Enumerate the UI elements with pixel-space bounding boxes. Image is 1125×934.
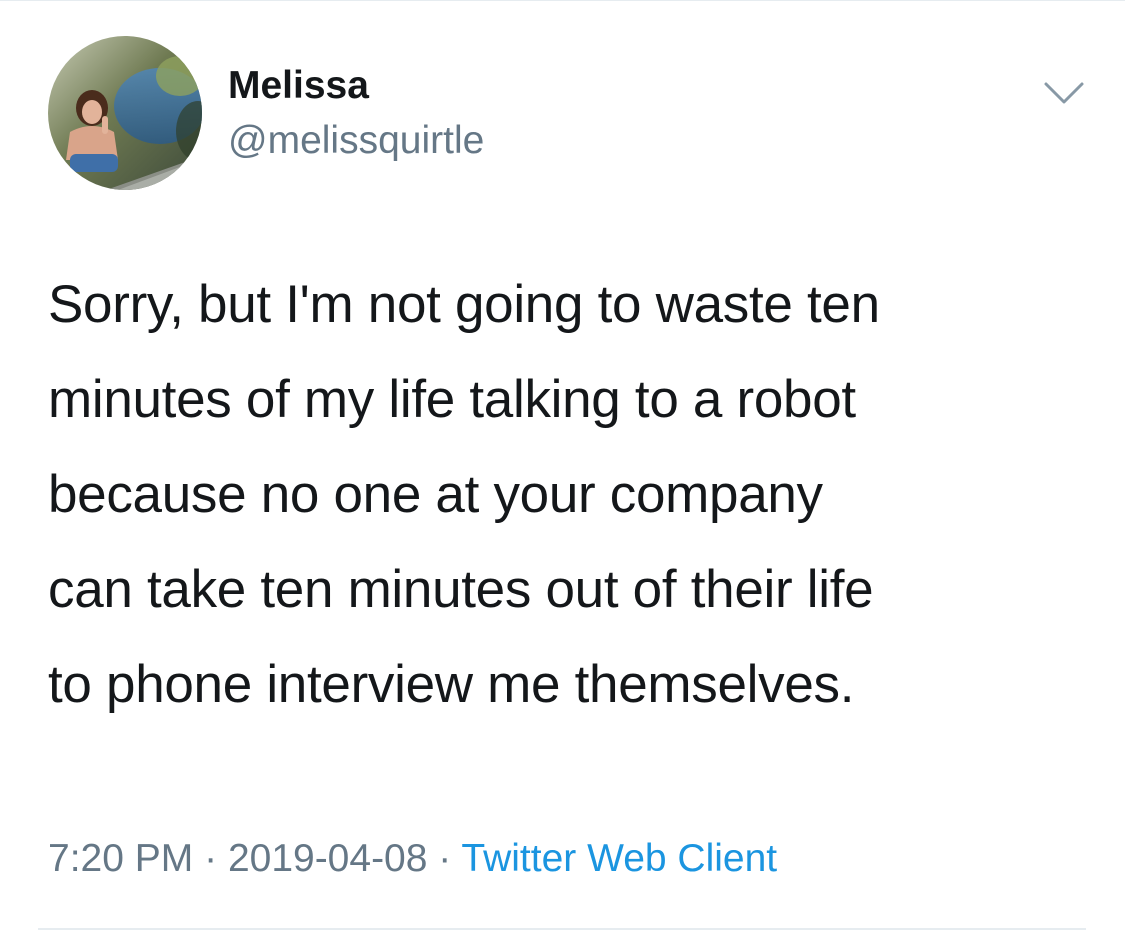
tweet-meta: 7:20 PM · 2019-04-08 · Twitter Web Clien… [48,833,777,885]
display-name[interactable]: Melissa [228,62,369,110]
tweet-card: Melissa @melissquirtle Sorry, but I'm no… [0,0,1125,934]
tweet-text: Sorry, but I'm not going to waste ten mi… [48,257,1088,732]
meta-separator: · [438,837,452,880]
user-handle[interactable]: @melissquirtle [228,117,484,165]
tweet-text-line: can take ten minutes out of their life [48,560,874,619]
tweet-text-line: Sorry, but I'm not going to waste ten [48,275,880,334]
meta-separator: · [204,837,218,880]
tweet-menu-button[interactable] [1042,78,1086,108]
tweet-source-link[interactable]: Twitter Web Client [461,837,777,880]
tweet-text-line: because no one at your company [48,465,823,524]
chevron-down-icon [1044,82,1084,104]
tweet-text-line: to phone interview me themselves. [48,655,855,714]
profile-photo-icon [48,36,202,190]
tweet-time[interactable]: 7:20 PM [48,837,193,880]
tweet-text-line: minutes of my life talking to a robot [48,370,856,429]
avatar[interactable] [48,36,202,190]
bottom-divider [38,928,1086,930]
tweet-date[interactable]: 2019-04-08 [228,837,428,880]
